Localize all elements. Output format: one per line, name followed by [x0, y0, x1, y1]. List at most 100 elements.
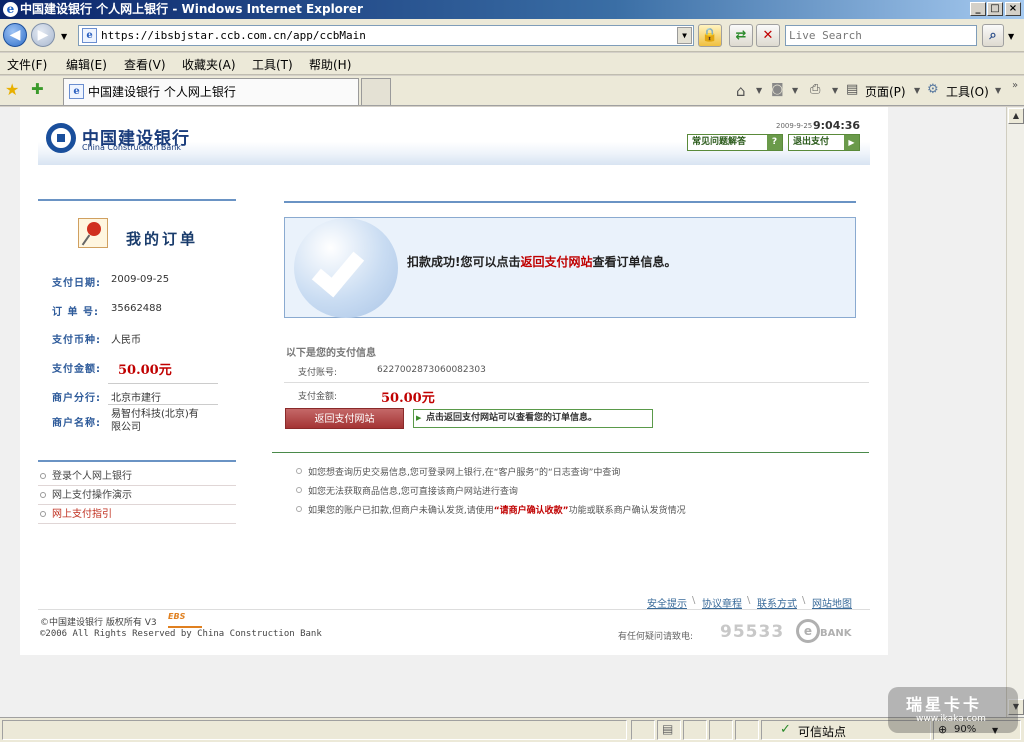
search-options-dropdown-icon[interactable]: ▼ — [1008, 32, 1014, 41]
add-favorite-icon[interactable]: ✚ — [31, 80, 44, 98]
link-label: 网上支付操作演示 — [52, 490, 132, 501]
minimize-button[interactable]: _ — [970, 2, 986, 16]
watermark: 瑞星卡卡 www.ikaka.com — [888, 687, 1018, 733]
merchant-branch-value: 北京市建行 — [111, 393, 161, 404]
left-links-divider — [38, 460, 236, 462]
ccb-logo-icon — [46, 123, 76, 153]
copyright-en: ©2006 All Rights Reserved by China Const… — [40, 629, 322, 639]
window-title-bar: e 中国建设银行 个人网上银行 - Windows Internet Explo… — [0, 0, 1024, 19]
bullet-icon — [40, 511, 46, 517]
favorites-star-icon[interactable]: ★ — [5, 80, 19, 99]
footer-link-security[interactable]: 安全提示 — [647, 595, 687, 610]
home-dropdown-icon[interactable]: ▼ — [756, 86, 762, 95]
checkmark-icon — [294, 218, 398, 318]
tip-confirm: 如果您的账户已扣款,但商户未确认发货,请使用“请商户确认收款”功能或联系商户确认… — [294, 503, 686, 516]
close-window-button[interactable]: × — [1005, 2, 1021, 16]
feeds-icon[interactable]: ◙ — [771, 82, 784, 97]
tab-page-icon: e — [69, 84, 84, 99]
footer-link-contact[interactable]: 联系方式 — [757, 595, 797, 610]
scroll-up-icon[interactable]: ▲ — [1008, 108, 1024, 124]
menu-help[interactable]: 帮助(H) — [309, 56, 351, 73]
footer-link-sitemap[interactable]: 网站地图 — [812, 595, 852, 610]
merchant-name-label: 商户名称: — [52, 418, 101, 429]
account-row: 支付账号: 6227002873060082303 — [284, 360, 869, 383]
success-return-link[interactable]: 返回支付网站 — [520, 255, 592, 269]
address-bar[interactable]: e https://ibsbjstar.ccb.com.cn/app/ccbMa… — [78, 25, 694, 46]
tip-text: 如您想查询历史交易信息,您可登录网上银行,在“客户服务”的“日志查询”中查询 — [308, 468, 621, 478]
amount-value: 50.00元 — [118, 363, 172, 378]
bullet-icon — [40, 492, 46, 498]
link-login-personal-banking[interactable]: 登录个人网上银行 — [38, 467, 236, 486]
new-tab-button[interactable] — [361, 78, 391, 105]
tip-text: 如果您的账户已扣款,但商户未确认发货,请使用 — [308, 506, 494, 516]
bank-header: 中国建设银行 China Construction Bank 2009-9-25… — [38, 107, 870, 165]
footer-link-agreement[interactable]: 协议章程 — [702, 595, 742, 610]
link-payment-demo[interactable]: 网上支付操作演示 — [38, 486, 236, 505]
chevron-more-icon[interactable]: » — [1012, 80, 1018, 91]
tips-divider — [272, 452, 869, 453]
copyright-cn: ©中国建设银行 版权所有 V3 — [40, 618, 157, 628]
menu-edit[interactable]: 编辑(E) — [66, 56, 107, 73]
back-button[interactable]: ◀ — [3, 23, 27, 47]
status-pane — [631, 720, 655, 740]
currency-value: 人民币 — [111, 335, 141, 346]
header-date: 2009-9-25 — [776, 122, 813, 130]
page-menu[interactable]: 页面(P) — [865, 83, 906, 100]
feeds-dropdown-icon[interactable]: ▼ — [792, 86, 798, 95]
order-heading: 我的订单 — [126, 230, 199, 248]
tools-menu[interactable]: 工具(O) — [946, 83, 989, 100]
page-dropdown-icon[interactable]: ▼ — [914, 86, 920, 95]
exit-label: 退出支付 — [793, 137, 830, 147]
address-toolbar: ◀ ▶ ▼ e https://ibsbjstar.ccb.com.cn/app… — [0, 19, 1024, 52]
question-icon: ? — [767, 135, 782, 150]
watermark-text: 瑞星卡卡 — [906, 695, 983, 714]
print-dropdown-icon[interactable]: ▼ — [832, 86, 838, 95]
search-icon[interactable]: ⌕ — [982, 24, 1004, 47]
bullet-icon — [296, 506, 302, 512]
gear-icon[interactable]: ⚙ — [927, 82, 939, 97]
home-icon[interactable]: ⌂ — [736, 82, 746, 100]
footer-separator: \ — [802, 595, 806, 606]
search-input[interactable]: Live Search — [785, 25, 977, 46]
tools-dropdown-icon[interactable]: ▼ — [995, 86, 1001, 95]
exit-pay-button[interactable]: 退出支付 ▶ — [788, 134, 860, 151]
refresh-button[interactable]: ⇄ — [729, 24, 753, 47]
forward-button[interactable]: ▶ — [31, 23, 55, 47]
page-icon: e — [82, 28, 97, 43]
menu-view[interactable]: 查看(V) — [124, 56, 166, 73]
tips-list: 如您想查询历史交易信息,您可登录网上银行,在“客户服务”的“日志查询”中查询 如… — [294, 465, 854, 535]
link-payment-guide[interactable]: 网上支付指引 — [38, 505, 236, 524]
merchant-name-value: 易智付科技(北京)有限公司 — [111, 409, 199, 433]
currency-label: 支付币种: — [52, 335, 101, 346]
pay-info-heading: 以下是您的支付信息 — [286, 348, 376, 359]
pay-amount-value: 50.00元 — [381, 391, 435, 406]
menu-favorites[interactable]: 收藏夹(A) — [182, 56, 236, 73]
ebs-logo-icon: EBS — [168, 612, 202, 628]
menu-file[interactable]: 文件(F) — [7, 56, 47, 73]
pushpin-icon — [78, 218, 108, 248]
account-label: 支付账号: — [298, 368, 338, 378]
status-pane: ▤ — [657, 720, 681, 740]
lock-icon[interactable]: 🔒 — [698, 24, 722, 47]
tip-highlight: “请商户确认收款” — [493, 506, 569, 516]
success-box: 扣款成功!您可以点击返回支付网站查看订单信息。 — [284, 217, 856, 318]
tip-text: 如您无法获取商品信息,您可直接该商户网站进行查询 — [308, 487, 518, 497]
tab-ccb[interactable]: e 中国建设银行 个人网上银行 — [63, 78, 359, 105]
recent-pages-dropdown-icon[interactable]: ▼ — [61, 32, 67, 41]
watermark-url: www.ikaka.com — [916, 714, 986, 724]
menu-bar: 文件(F) 编辑(E) 查看(V) 收藏夹(A) 工具(T) 帮助(H) — [0, 53, 1024, 75]
address-dropdown-icon[interactable]: ▼ — [677, 27, 692, 44]
footer-separator: \ — [747, 595, 751, 606]
ie-logo-icon: e — [3, 2, 18, 17]
vertical-scrollbar[interactable]: ▲ ▼ — [1006, 107, 1024, 717]
success-message: 扣款成功!您可以点击返回支付网站查看订单信息。 — [407, 253, 677, 270]
menu-tools[interactable]: 工具(T) — [252, 56, 293, 73]
maximize-button[interactable]: □ — [987, 2, 1003, 16]
faq-button[interactable]: 常见问题解答 ? — [687, 134, 783, 151]
page-menu-icon[interactable]: ▤ — [846, 82, 858, 97]
stop-button[interactable]: ✕ — [756, 24, 780, 47]
logo-en: China Construction Bank — [82, 143, 181, 152]
print-icon[interactable]: ⎙ — [810, 82, 820, 97]
status-pane — [735, 720, 759, 740]
return-pay-site-button[interactable]: 返回支付网站 — [285, 408, 404, 429]
